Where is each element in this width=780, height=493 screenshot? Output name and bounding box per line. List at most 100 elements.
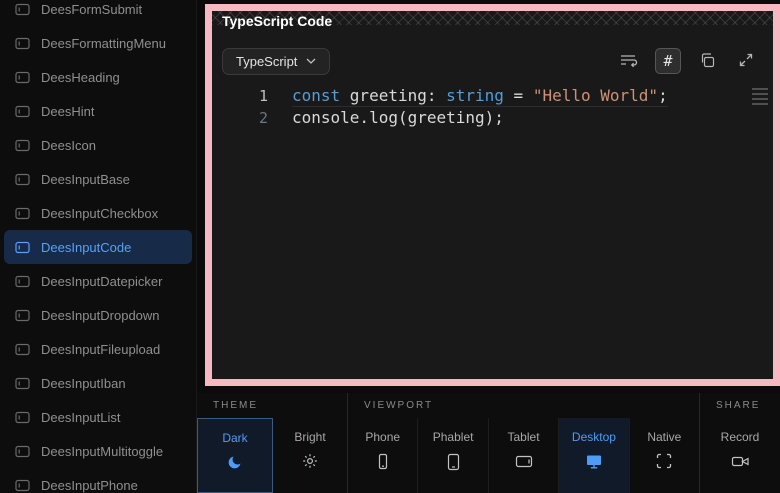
sidebar-item-deesinputmultitoggle[interactable]: DeesInputMultitoggle [4, 434, 192, 468]
copy-icon [699, 52, 715, 71]
line-numbers-toggle-button[interactable]: # [655, 48, 681, 74]
line-content: const greeting: string = "Hello World"; [292, 85, 668, 107]
component-icon [15, 479, 30, 492]
code-token: "Hello World" [533, 86, 658, 105]
theme-buttons: Dark Bright [197, 418, 347, 493]
viewport-desktop-button[interactable]: Desktop [559, 418, 629, 493]
app: { "sidebar": { "items": [ {"label": "Dee… [0, 0, 780, 493]
line-number: 1 [212, 85, 280, 107]
code-token: : [427, 86, 446, 105]
viewport-phone-button[interactable]: Phone [348, 418, 418, 493]
sidebar-item-deesicon[interactable]: DeesIcon [4, 128, 192, 162]
component-icon [15, 445, 30, 458]
component-icon [15, 275, 30, 288]
chevron-down-icon [306, 58, 316, 64]
share-section: SHARE Record [700, 393, 780, 493]
sidebar-item-deesinputdatepicker[interactable]: DeesInputDatepicker [4, 264, 192, 298]
sidebar-item-deesinputcheckbox[interactable]: DeesInputCheckbox [4, 196, 192, 230]
button-label: Bright [294, 430, 325, 444]
component-icon [15, 173, 30, 186]
sidebar-item-label: DeesInputPhone [41, 478, 138, 493]
button-label: Native [647, 430, 681, 444]
component-icon [15, 343, 30, 356]
sidebar-item-label: DeesInputCode [41, 240, 131, 255]
sidebar-item-deesinputphone[interactable]: DeesInputPhone [4, 468, 192, 493]
sidebar-item-label: DeesInputMultitoggle [41, 444, 163, 459]
theme-section-header: THEME [197, 393, 347, 418]
sidebar-item-deesinputiban[interactable]: DeesInputIban [4, 366, 192, 400]
sidebar-item-deesinputfileupload[interactable]: DeesInputFileupload [4, 332, 192, 366]
component-icon [15, 139, 30, 152]
demo-highlight-frame: TypeScript Code TypeScript # 1 [205, 4, 780, 386]
line-content: console.log(greeting); [292, 107, 504, 129]
component-icon [15, 207, 30, 220]
copy-button[interactable] [694, 48, 720, 74]
button-label: Record [721, 430, 760, 444]
component-icon [15, 241, 30, 254]
sidebar-item-deesinputbase[interactable]: DeesInputBase [4, 162, 192, 196]
sidebar-item-deesinputcode[interactable]: DeesInputCode [4, 230, 192, 264]
code-token: = [504, 86, 533, 105]
button-label: Dark [222, 431, 247, 445]
button-label: Phablet [433, 430, 474, 444]
share-record-button[interactable]: Record [700, 418, 780, 493]
code-line: 2 console.log(greeting); [212, 107, 773, 129]
sidebar-item-label: DeesInputDatepicker [41, 274, 162, 289]
sidebar-item-deesheading[interactable]: DeesHeading [4, 60, 192, 94]
sidebar-item-label: DeesInputCheckbox [41, 206, 158, 221]
component-icon [15, 377, 30, 390]
code-editor[interactable]: 1 const greeting: string = "Hello World"… [212, 85, 773, 379]
theme-bright-button[interactable]: Bright [273, 418, 347, 493]
sidebar-item-label: DeesInputList [41, 410, 121, 425]
sidebar-item-label: DeesInputDropdown [41, 308, 160, 323]
word-wrap-button[interactable] [616, 48, 642, 74]
component-sidebar: DeesFormSubmit DeesFormattingMenu DeesHe… [0, 0, 197, 493]
minimap [752, 88, 768, 108]
theme-dark-button[interactable]: Dark [197, 418, 273, 493]
language-selector-label: TypeScript [236, 54, 297, 69]
code-token: const [292, 86, 350, 105]
viewport-buttons: Phone Phablet Tablet Desktop Native [348, 418, 699, 493]
component-icon [15, 105, 30, 118]
code-token: console.log(greeting); [292, 108, 504, 127]
sidebar-item-deesinputdropdown[interactable]: DeesInputDropdown [4, 298, 192, 332]
component-icon [15, 411, 30, 424]
viewport-native-button[interactable]: Native [630, 418, 699, 493]
sidebar-item-label: DeesFormattingMenu [41, 36, 166, 51]
theme-section: THEME Dark Bright [197, 393, 348, 493]
viewport-phablet-button[interactable]: Phablet [418, 418, 488, 493]
viewport-section: VIEWPORT Phone Phablet Tablet Desktop Na… [348, 393, 700, 493]
share-buttons: Record [700, 418, 780, 493]
desktop-icon [585, 453, 603, 469]
sidebar-list[interactable]: DeesFormSubmit DeesFormattingMenu DeesHe… [0, 0, 196, 493]
component-icon [15, 71, 30, 84]
native-icon [656, 453, 672, 469]
sidebar-item-deesformsubmit[interactable]: DeesFormSubmit [4, 0, 192, 26]
code-panel-title: TypeScript Code [222, 13, 332, 29]
share-section-header: SHARE [700, 393, 780, 418]
viewport-section-header: VIEWPORT [348, 393, 699, 418]
code-toolbar: TypeScript # [222, 47, 759, 75]
expand-icon [738, 52, 754, 71]
sidebar-item-label: DeesIcon [41, 138, 96, 153]
code-token: ; [658, 86, 668, 105]
sidebar-item-deesinputlist[interactable]: DeesInputList [4, 400, 192, 434]
button-label: Desktop [572, 430, 616, 444]
code-line: 1 const greeting: string = "Hello World"… [212, 85, 773, 107]
demo-area: TypeScript Code TypeScript # 1 [212, 11, 773, 379]
sidebar-item-label: DeesHeading [41, 70, 120, 85]
sidebar-item-label: DeesHint [41, 104, 94, 119]
sidebar-item-label: DeesInputIban [41, 376, 126, 391]
expand-button[interactable] [733, 48, 759, 74]
viewport-tablet-button[interactable]: Tablet [489, 418, 559, 493]
code-lines: 1 const greeting: string = "Hello World"… [212, 85, 773, 129]
line-number: 2 [212, 107, 280, 129]
tablet-icon [515, 453, 533, 469]
sidebar-item-deeshint[interactable]: DeesHint [4, 94, 192, 128]
record-icon [731, 453, 750, 469]
component-icon [15, 37, 30, 50]
sidebar-item-deesformattingmenu[interactable]: DeesFormattingMenu [4, 26, 192, 60]
sidebar-item-label: DeesFormSubmit [41, 2, 142, 17]
language-selector[interactable]: TypeScript [222, 48, 330, 75]
properties-bar: THEME Dark Bright VIEWPORT Phone Phablet… [197, 393, 780, 493]
